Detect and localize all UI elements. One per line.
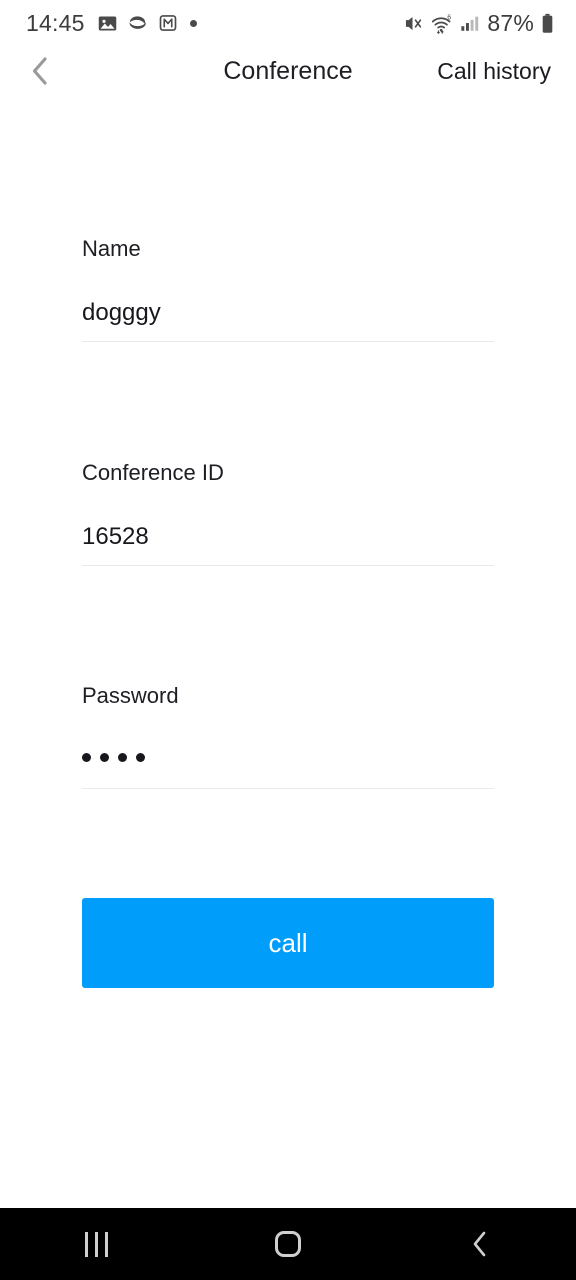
password-mask-dot	[100, 752, 109, 762]
password-mask-dot	[136, 752, 145, 762]
chevron-left-icon	[473, 1231, 486, 1257]
phone-screen: 14:45 6 87% Conference Call history Name…	[0, 0, 576, 1280]
status-bar-clock: 14:45	[26, 9, 85, 36]
conference-form: Name dogggy Conference ID 16528 Password	[0, 150, 576, 795]
mute-vibrate-icon	[406, 16, 422, 30]
field-password: Password	[0, 595, 576, 795]
android-nav-bar	[0, 1208, 576, 1280]
field-password-underline	[82, 788, 494, 789]
call-history-link[interactable]: Call history	[437, 46, 551, 96]
field-conference-id: Conference ID 16528	[0, 372, 576, 595]
field-name-underline	[82, 341, 494, 342]
home-button[interactable]	[192, 1208, 384, 1280]
field-conference-id-underline	[82, 565, 494, 566]
boxed-m-icon	[159, 15, 176, 31]
field-conference-id-label: Conference ID	[82, 460, 224, 485]
recents-icon	[84, 1231, 108, 1257]
battery-icon	[542, 13, 553, 33]
gallery-icon	[98, 16, 116, 30]
app-header: Conference Call history	[0, 46, 576, 96]
field-name-label: Name	[82, 236, 141, 261]
status-bar-left: 14:45	[26, 10, 197, 37]
field-conference-id-input[interactable]: 16528	[0, 484, 576, 549]
recents-button[interactable]	[0, 1208, 192, 1280]
field-password-input[interactable]	[0, 745, 576, 769]
cellular-signal-icon	[461, 16, 479, 31]
status-bar: 14:45 6 87%	[0, 0, 576, 46]
password-mask-dot	[118, 752, 127, 762]
back-button[interactable]	[384, 1208, 576, 1280]
call-button[interactable]: call	[82, 898, 494, 988]
svg-text:6: 6	[448, 14, 452, 21]
dot-indicator-icon	[189, 19, 197, 27]
password-mask-dot	[82, 752, 91, 762]
field-name-input[interactable]: dogggy	[0, 260, 576, 325]
field-password-label: Password	[82, 683, 179, 708]
battery-percent-label: 87%	[487, 9, 534, 36]
field-name: Name dogggy	[0, 150, 576, 372]
shell-icon	[129, 16, 146, 29]
home-icon	[275, 1231, 301, 1257]
status-bar-right: 6 87%	[402, 10, 554, 37]
wifi-6-icon: 6	[432, 14, 452, 34]
